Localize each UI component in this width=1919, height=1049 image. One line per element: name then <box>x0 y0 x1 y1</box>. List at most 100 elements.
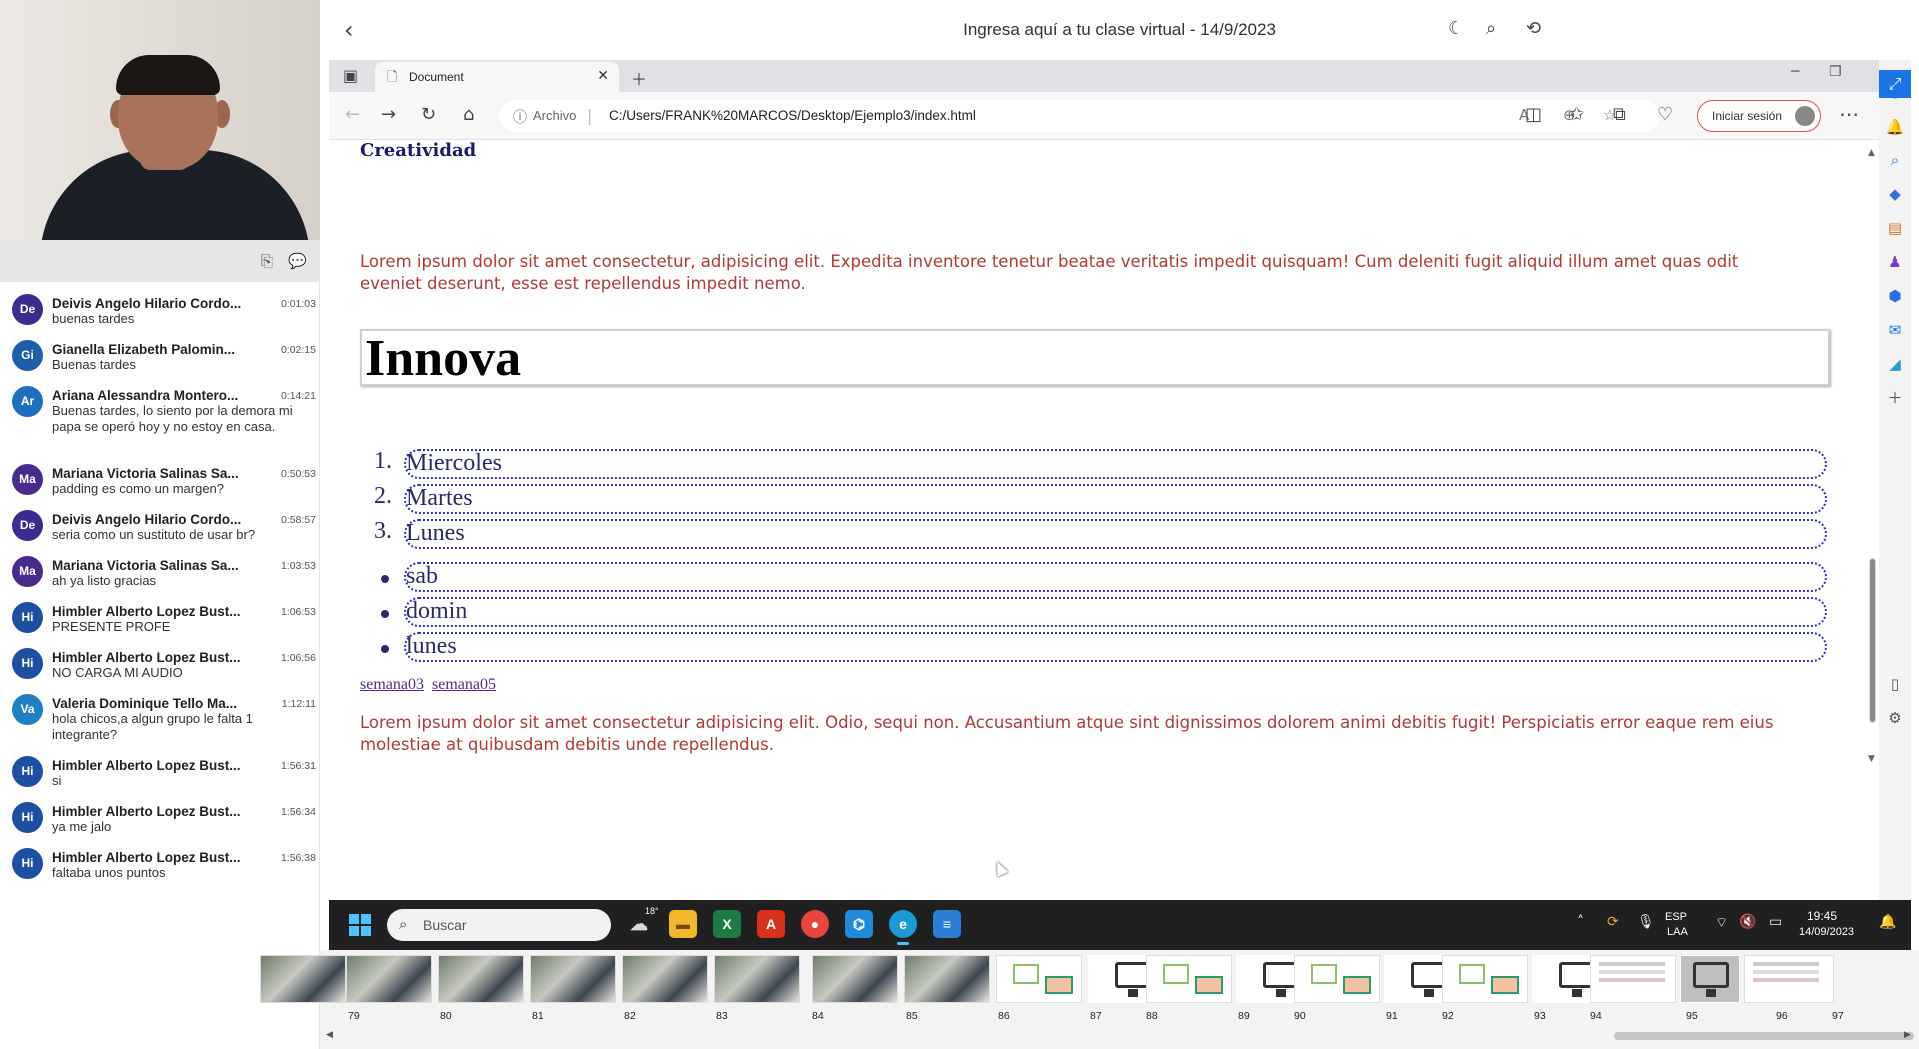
slide-thumbnail[interactable] <box>996 955 1082 1003</box>
slide-thumbnail[interactable] <box>530 955 616 1003</box>
sidebar-panel-icon[interactable]: ▯ <box>1885 674 1905 694</box>
more-options-icon[interactable]: ⋯ <box>1839 102 1859 126</box>
search-side-icon[interactable]: ⌕ <box>1885 150 1905 170</box>
ordered-num: 3. <box>374 518 392 544</box>
bell-icon[interactable]: 🔔 <box>1885 117 1905 137</box>
sender-name: Mariana Victoria Salinas Sa... <box>52 558 239 573</box>
slide-strip-scrollbar[interactable]: ◀ ▶ <box>326 1030 1914 1042</box>
microphone-icon[interactable]: 🎙 <box>1637 914 1655 930</box>
language-1[interactable]: ESP <box>1665 910 1687 924</box>
message-time: 0:14:21 <box>280 390 316 402</box>
slide-thumbnail[interactable] <box>260 955 346 1003</box>
browser-essentials-icon[interactable]: ♡ <box>1657 104 1673 125</box>
excel-icon[interactable]: X <box>713 910 741 938</box>
sync-tray-icon[interactable]: ⟳ <box>1607 914 1619 930</box>
slide-number: 88 <box>1146 1010 1158 1022</box>
slide-thumbnail[interactable] <box>438 955 524 1003</box>
slide-thumbnail[interactable] <box>346 955 432 1003</box>
scroll-up-icon[interactable]: ▲ <box>1868 148 1875 158</box>
signin-label: Iniciar sesión <box>1712 109 1783 123</box>
scroll-thumb[interactable] <box>1869 558 1876 723</box>
slide-thumbnail[interactable] <box>1146 955 1232 1003</box>
volume-muted-icon[interactable]: 🔇 <box>1739 914 1756 930</box>
ordered-item-label: Martes <box>406 485 473 511</box>
message-text: faltaba unos puntos <box>52 865 166 880</box>
clock-time[interactable]: 19:45 <box>1807 909 1837 923</box>
taskbar-search[interactable]: ⌕ Buscar <box>387 909 611 941</box>
home-icon[interactable]: ⌂ <box>463 104 474 125</box>
refresh-icon[interactable]: ↻ <box>421 104 436 125</box>
notepad-icon[interactable]: ≡ <box>933 910 961 938</box>
message-time: 0:50:53 <box>280 468 316 480</box>
battery-icon[interactable]: ▭ <box>1769 914 1782 930</box>
clock-date[interactable]: 14/09/2023 <box>1799 925 1854 939</box>
notification-icon[interactable]: 🔔 <box>1879 914 1896 930</box>
link-semana05[interactable]: semana05 <box>432 676 496 693</box>
minimize-icon[interactable]: ─ <box>1791 64 1799 80</box>
language-2[interactable]: LAA <box>1667 925 1688 939</box>
games-icon[interactable]: ♟ <box>1885 252 1905 272</box>
scroll-thumb[interactable] <box>1614 1032 1914 1040</box>
collections-icon[interactable]: ⧉ <box>1613 104 1626 125</box>
slide-number: 80 <box>440 1010 452 1022</box>
clipboard-icon[interactable]: ⎘ <box>258 252 276 270</box>
scroll-down-icon[interactable]: ▼ <box>1868 754 1875 764</box>
message-time: 1:06:56 <box>280 652 316 664</box>
info-icon[interactable]: ⓘ <box>513 107 527 127</box>
settings-icon[interactable]: ⚙ <box>1885 708 1905 728</box>
address-bar[interactable]: ⓘ Archivo | C:/Users/FRANK%20MARCOS/Desk… <box>499 100 1659 132</box>
slide-thumbnail[interactable] <box>1744 955 1834 1003</box>
slide-thumbnail[interactable] <box>904 955 990 1003</box>
maximize-icon[interactable]: ❐ <box>1829 64 1842 80</box>
ordered-item-label: Miercoles <box>406 450 502 476</box>
slide-thumbnail[interactable] <box>714 955 800 1003</box>
acrobat-icon[interactable]: A <box>757 910 785 938</box>
scroll-left-icon[interactable]: ◀ <box>326 1030 333 1040</box>
vscode-icon[interactable]: ⌬ <box>845 910 873 938</box>
tab-actions-icon[interactable]: ▣ <box>343 66 358 85</box>
windows-start-icon[interactable] <box>349 914 371 936</box>
tag-icon[interactable]: ◆ <box>1885 184 1905 204</box>
back-icon[interactable]: ← <box>345 104 360 125</box>
message-time: 1:56:34 <box>280 806 316 818</box>
slide-thumbnail[interactable] <box>622 955 708 1003</box>
signin-button[interactable]: Iniciar sesión <box>1697 100 1821 132</box>
message-time: 1:03:53 <box>280 560 316 572</box>
message-text: PRESENTE PROFE <box>52 619 171 634</box>
forward-icon[interactable]: → <box>381 104 396 125</box>
chrome-icon[interactable]: ● <box>801 910 829 938</box>
slide-thumbnail[interactable] <box>1294 955 1380 1003</box>
new-tab-icon[interactable]: ＋ <box>631 66 647 90</box>
edge-icon[interactable]: e <box>889 910 917 945</box>
ordered-item: Miercoles <box>404 449 1827 479</box>
chat-message: Va Valeria Dominique Tello Ma... 1:12:11… <box>0 688 320 750</box>
sender-name: Deivis Angelo Hilario Cordo... <box>52 512 242 527</box>
chat-bubbles-icon[interactable]: 💬 <box>288 252 307 270</box>
slide-thumbnail-selected[interactable] <box>1680 955 1740 1003</box>
split-screen-icon[interactable]: ◫ <box>1525 104 1542 125</box>
office-icon[interactable]: ⬢ <box>1885 286 1905 306</box>
slide-thumbnail[interactable] <box>812 955 898 1003</box>
slide-thumbnail[interactable] <box>1590 955 1676 1003</box>
close-tab-icon[interactable]: ✕ <box>597 68 609 84</box>
copilot-icon[interactable]: ⓑ <box>1885 82 1905 102</box>
toolbox-icon[interactable]: ▤ <box>1885 218 1905 238</box>
add-icon[interactable]: ＋ <box>1885 388 1905 408</box>
slide-thumbnail[interactable] <box>1442 955 1528 1003</box>
drop-icon[interactable]: ◢ <box>1885 354 1905 374</box>
scroll-right-icon[interactable]: ▶ <box>1904 1030 1911 1040</box>
favorites-icon[interactable]: ✩ <box>1569 104 1584 125</box>
file-explorer-icon[interactable]: ▬ <box>669 910 697 938</box>
search-icon[interactable]: ⌕ <box>1486 18 1496 39</box>
chat-message: Hi Himbler Alberto Lopez Bust... 1:06:56… <box>0 642 320 688</box>
wifi-icon[interactable]: ⌔ <box>1715 914 1728 932</box>
sync-icon[interactable]: ⟲ <box>1526 18 1541 39</box>
link-semana03[interactable]: semana03 <box>360 676 424 693</box>
unordered-item-label: domin <box>406 598 468 624</box>
tab-document[interactable]: 🗋 Document ✕ <box>375 62 619 92</box>
chevron-up-icon[interactable]: ˄ <box>1577 914 1584 930</box>
url-text[interactable]: C:/Users/FRANK%20MARCOS/Desktop/Ejemplo3… <box>609 108 976 123</box>
page-scrollbar[interactable]: ▲ ▼ <box>1867 148 1877 818</box>
outlook-icon[interactable]: ✉ <box>1885 320 1905 340</box>
moon-icon[interactable]: ☾ <box>1448 18 1464 39</box>
